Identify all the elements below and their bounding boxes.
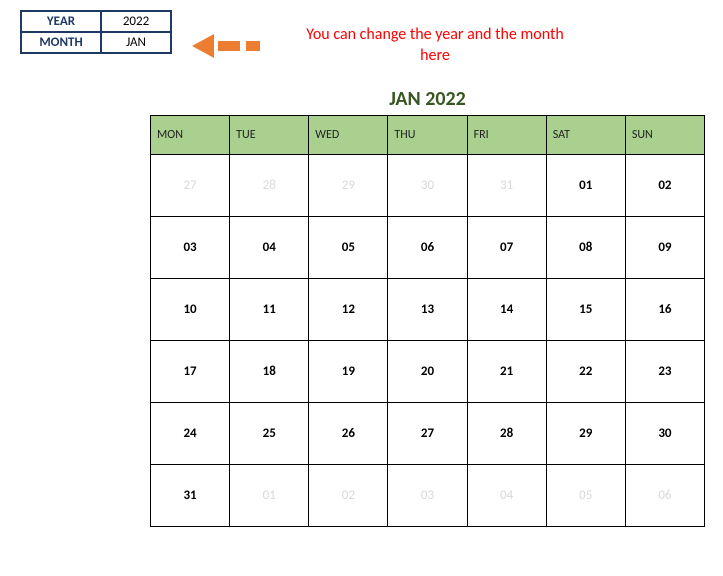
calendar-day[interactable]: 09	[625, 216, 704, 278]
calendar-day[interactable]: 02	[625, 154, 704, 216]
calendar-day[interactable]: 03	[388, 464, 467, 526]
calendar-day[interactable]: 14	[467, 278, 546, 340]
calendar-grid: MONTUEWEDTHUFRISATSUN 272829303101020304…	[150, 115, 705, 527]
calendar-day[interactable]: 28	[230, 154, 309, 216]
calendar-day[interactable]: 16	[625, 278, 704, 340]
calendar-day[interactable]: 27	[388, 402, 467, 464]
calendar-day[interactable]: 03	[151, 216, 230, 278]
calendar-day[interactable]: 10	[151, 278, 230, 340]
calendar-day[interactable]: 30	[388, 154, 467, 216]
weekday-header: FRI	[467, 115, 546, 154]
calendar-day[interactable]: 06	[388, 216, 467, 278]
month-input[interactable]: JAN	[101, 32, 171, 53]
calendar-day[interactable]: 05	[546, 464, 625, 526]
arrow-left-icon	[192, 34, 260, 58]
calendar-day[interactable]: 27	[151, 154, 230, 216]
calendar-day[interactable]: 26	[309, 402, 388, 464]
weekday-header: WED	[309, 115, 388, 154]
calendar-row: 27282930310102	[151, 154, 705, 216]
calendar-day[interactable]: 08	[546, 216, 625, 278]
calendar-row: 24252627282930	[151, 402, 705, 464]
weekday-header: THU	[388, 115, 467, 154]
calendar-row: 31010203040506	[151, 464, 705, 526]
calendar-day[interactable]: 17	[151, 340, 230, 402]
weekday-header: SUN	[625, 115, 704, 154]
calendar-day[interactable]: 22	[546, 340, 625, 402]
calendar-day[interactable]: 15	[546, 278, 625, 340]
calendar-day[interactable]: 04	[467, 464, 546, 526]
calendar-row: 03040506070809	[151, 216, 705, 278]
weekday-header: TUE	[230, 115, 309, 154]
calendar-day[interactable]: 04	[230, 216, 309, 278]
year-label: YEAR	[21, 11, 101, 32]
calendar-day[interactable]: 18	[230, 340, 309, 402]
calendar-day[interactable]: 01	[546, 154, 625, 216]
calendar-row: 17181920212223	[151, 340, 705, 402]
year-month-inputs: YEAR 2022 MONTH JAN	[20, 10, 172, 54]
calendar-day[interactable]: 29	[309, 154, 388, 216]
calendar-day[interactable]: 13	[388, 278, 467, 340]
calendar-day[interactable]: 20	[388, 340, 467, 402]
weekday-header: MON	[151, 115, 230, 154]
calendar-day[interactable]: 07	[467, 216, 546, 278]
month-label: MONTH	[21, 32, 101, 53]
calendar-day[interactable]: 29	[546, 402, 625, 464]
calendar-row: 10111213141516	[151, 278, 705, 340]
hint-text: You can change the year and the month he…	[290, 25, 580, 67]
calendar-title: JAN 2022	[150, 87, 705, 111]
calendar-day[interactable]: 31	[151, 464, 230, 526]
calendar-day[interactable]: 25	[230, 402, 309, 464]
calendar-day[interactable]: 05	[309, 216, 388, 278]
year-input[interactable]: 2022	[101, 11, 171, 32]
calendar-day[interactable]: 01	[230, 464, 309, 526]
calendar-day[interactable]: 23	[625, 340, 704, 402]
calendar-day[interactable]: 06	[625, 464, 704, 526]
weekday-header: SAT	[546, 115, 625, 154]
calendar-day[interactable]: 30	[625, 402, 704, 464]
calendar-day[interactable]: 28	[467, 402, 546, 464]
calendar-day[interactable]: 19	[309, 340, 388, 402]
calendar-day[interactable]: 24	[151, 402, 230, 464]
calendar-day[interactable]: 11	[230, 278, 309, 340]
calendar-day[interactable]: 02	[309, 464, 388, 526]
calendar-day[interactable]: 12	[309, 278, 388, 340]
calendar-day[interactable]: 31	[467, 154, 546, 216]
calendar-day[interactable]: 21	[467, 340, 546, 402]
